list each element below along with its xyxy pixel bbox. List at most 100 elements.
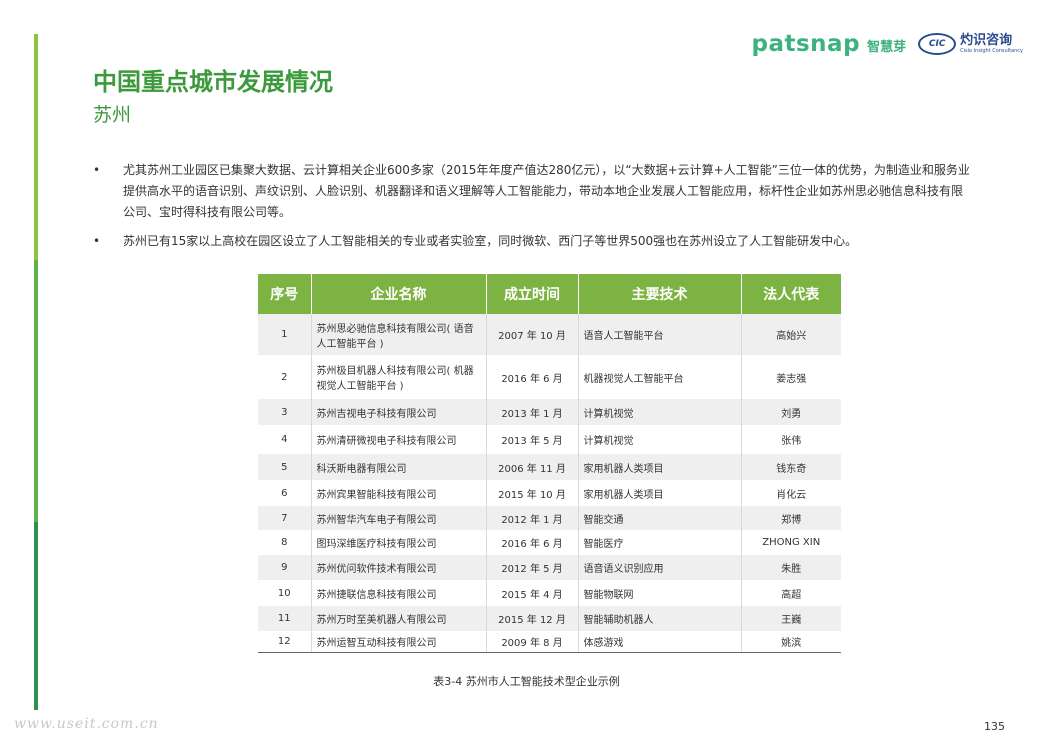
cell-index: 6 [258,480,312,506]
table-header-row: 序号 企业名称 成立时间 主要技术 法人代表 [258,274,841,314]
cell-company: 苏州极目机器人科技有限公司( 机器视觉人工智能平台 ) [311,355,487,399]
cell-founded: 2007 年 10 月 [486,314,579,355]
table-row: 9 苏州优问软件技术有限公司 2012 年 5 月语音语义识别应用 朱胜 [258,555,841,580]
cell-technology: 智能医疗 [578,530,742,555]
cic-cn-name: 灼识咨询 [960,33,1013,48]
cell-legal-rep: 刘勇 [741,399,841,425]
cell-legal-rep: 高超 [741,580,841,606]
cell-technology: 语音人工智能平台 [578,314,742,355]
cic-mark-icon: CIC [918,33,957,55]
cell-legal-rep: 姜志强 [741,355,841,399]
table-row: 11 苏州万时至美机器人有限公司 2015 年 12 月智能辅助机器人 王巍 [258,606,841,631]
cell-legal-rep: 张伟 [741,425,841,454]
cell-company: 苏州清研微视电子科技有限公司 [311,425,487,454]
cell-technology: 语音语义识别应用 [578,555,742,580]
cell-founded: 2016 年 6 月 [486,355,579,399]
header-founded: 成立时间 [486,274,579,314]
cell-company: 苏州优问软件技术有限公司 [311,555,487,580]
cell-founded: 2009 年 8 月 [486,631,579,653]
side-bar-segment-light [34,34,38,260]
cell-legal-rep: 郑博 [741,506,841,530]
bullet-text: 苏州已有15家以上高校在园区设立了人工智能相关的专业或者实验室，同时微软、西门子… [123,234,858,248]
watermark: www.useit.com.cn [14,716,159,732]
cell-technology: 家用机器人类项目 [578,480,742,506]
cell-legal-rep: 王巍 [741,606,841,631]
cell-company: 苏州捷联信息科技有限公司 [311,580,487,606]
cell-founded: 2013 年 1 月 [486,399,579,425]
cell-company: 苏州万时至美机器人有限公司 [311,606,487,631]
table-row: 4 苏州清研微视电子科技有限公司 2013 年 5 月计算机视觉 张伟 [258,425,841,454]
table-row: 2 苏州极目机器人科技有限公司( 机器视觉人工智能平台 ) 2016 年 6 月机器… [258,355,841,399]
cell-company: 苏州宾果智能科技有限公司 [311,480,487,506]
cell-index: 10 [258,580,312,606]
header-legal-rep: 法人代表 [741,274,841,314]
bullet-text: 尤其苏州工业园区已集聚大数据、云计算相关企业600多家（2015年年度产值达28… [123,163,970,219]
cell-legal-rep: ZHONG XIN [741,530,841,555]
cell-index: 7 [258,506,312,530]
cell-company: 科沃斯电器有限公司 [311,454,487,480]
cell-company: 图玛深维医疗科技有限公司 [311,530,487,555]
cell-founded: 2012 年 5 月 [486,555,579,580]
cell-legal-rep: 肖化云 [741,480,841,506]
cell-founded: 2012 年 1 月 [486,506,579,530]
table-caption: 表3-4 苏州市人工智能技术型企业示例 [433,675,620,688]
side-accent-bar [34,34,38,710]
cell-founded: 2015 年 10 月 [486,480,579,506]
table-row: 8 图玛深维医疗科技有限公司 2016 年 6 月智能医疗 ZHONG XIN [258,530,841,555]
bullet-dot: • [93,234,101,248]
cell-technology: 机器视觉人工智能平台 [578,355,742,399]
table-row: 7 苏州智华汽车电子有限公司 2012 年 1 月智能交通 郑博 [258,506,841,530]
cell-founded: 2013 年 5 月 [486,425,579,454]
cell-technology: 智能辅助机器人 [578,606,742,631]
cell-company: 苏州吉视电子科技有限公司 [311,399,487,425]
cell-index: 9 [258,555,312,580]
table-row: 6 苏州宾果智能科技有限公司 2015 年 10 月家用机器人类项目 肖化云 [258,480,841,506]
patsnap-cn-name: 智慧芽 [867,40,907,55]
cell-index: 3 [258,399,312,425]
cell-company: 苏州智华汽车电子有限公司 [311,506,487,530]
cell-company: 苏州思必驰信息科技有限公司( 语音人工智能平台 ) [311,314,487,355]
cell-technology: 家用机器人类项目 [578,454,742,480]
patsnap-wordmark: patsnap [751,31,861,57]
company-table: 序号 企业名称 成立时间 主要技术 法人代表 1 苏州思必驰信息科技有限公司( 语… [258,274,841,653]
cell-company: 苏州运智互动科技有限公司 [311,631,487,653]
cell-technology: 计算机视觉 [578,425,742,454]
table-row: 5 科沃斯电器有限公司 2006 年 11 月家用机器人类项目 钱东奇 [258,454,841,480]
cell-legal-rep: 高始兴 [741,314,841,355]
bullet-item: • 苏州已有15家以上高校在园区设立了人工智能相关的专业或者实验室，同时微软、西… [93,231,973,252]
bullet-dot: • [93,163,101,177]
cell-technology: 计算机视觉 [578,399,742,425]
table-row: 10 苏州捷联信息科技有限公司 2015 年 4 月智能物联网 高超 [258,580,841,606]
cell-founded: 2015 年 12 月 [486,606,579,631]
cell-index: 1 [258,314,312,355]
table-row: 1 苏州思必驰信息科技有限公司( 语音人工智能平台 ) 2007 年 10 月语音人… [258,314,841,355]
cell-technology: 智能交通 [578,506,742,530]
cell-index: 5 [258,454,312,480]
header-index: 序号 [258,274,312,314]
cell-legal-rep: 钱东奇 [741,454,841,480]
cell-founded: 2016 年 6 月 [486,530,579,555]
table-row: 3 苏州吉视电子科技有限公司 2013 年 1 月计算机视觉 刘勇 [258,399,841,425]
bullet-item: • 尤其苏州工业园区已集聚大数据、云计算相关企业600多家（2015年年度产值达… [93,160,973,223]
patsnap-logo: patsnap 智慧芽 [752,31,907,57]
cell-technology: 智能物联网 [578,580,742,606]
cell-legal-rep: 姚滨 [741,631,841,653]
cell-index: 2 [258,355,312,399]
header-company: 企业名称 [311,274,487,314]
cell-legal-rep: 朱胜 [741,555,841,580]
table-row: 12 苏州运智互动科技有限公司 2009 年 8 月体感游戏 姚滨 [258,631,841,653]
header-technology: 主要技术 [578,274,742,314]
cell-index: 12 [258,631,312,653]
cell-index: 4 [258,425,312,454]
brand-logos: patsnap 智慧芽 CIC 灼识咨询 Cisio Insight Consu… [752,30,1023,58]
cell-founded: 2006 年 11 月 [486,454,579,480]
cic-logo: CIC 灼识咨询 Cisio Insight Consultancy [918,33,1023,55]
cell-index: 8 [258,530,312,555]
cic-en-name: Cisio Insight Consultancy [960,48,1023,54]
cell-technology: 体感游戏 [578,631,742,653]
cell-founded: 2015 年 4 月 [486,580,579,606]
page-title: 中国重点城市发展情况 [93,68,333,96]
page-subtitle: 苏州 [93,104,132,126]
cell-index: 11 [258,606,312,631]
bullet-list: • 尤其苏州工业园区已集聚大数据、云计算相关企业600多家（2015年年度产值达… [93,160,973,260]
